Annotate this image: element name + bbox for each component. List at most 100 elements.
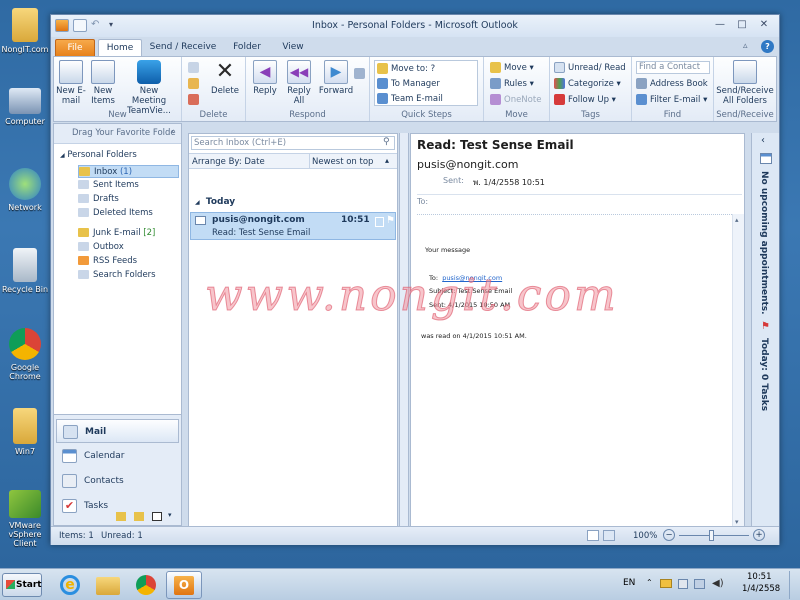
delete-button[interactable]: ✕ Delete [208,60,242,97]
show-desktop-button[interactable] [789,571,799,599]
search-icon[interactable]: ⚲ [383,137,390,147]
zoom-slider-track[interactable] [679,535,749,536]
desktop-icon-nongit[interactable]: NongIT.com [0,8,50,54]
zoom-in-icon[interactable]: + [753,529,765,541]
junk-button[interactable] [188,93,202,107]
normal-view-icon[interactable] [587,530,599,541]
desktop-icon-vmware[interactable]: VMware vSphere Client [0,490,50,548]
new-items-button[interactable]: New Items [88,60,118,106]
onenote-button[interactable]: OneNote [490,93,541,107]
body-subject: Subject: Test Sense Email [429,287,513,295]
follow-up-button[interactable]: Follow Up ▾ [554,93,616,107]
maximize-icon[interactable]: □ [731,17,753,33]
taskbar-ie[interactable]: e [52,571,88,599]
reading-from[interactable]: pusis@nongit.com [417,158,519,171]
volume-icon[interactable]: ◀) [712,578,724,589]
group-today[interactable]: ◢ Today [195,197,235,207]
mail-tray-icon[interactable] [660,579,672,588]
folder-list-icon[interactable] [134,512,144,521]
configure-buttons-icon[interactable]: ▾ [168,511,172,519]
desktop-icon-chrome[interactable]: Google Chrome [0,328,50,381]
scroll-up-icon[interactable]: ▴ [735,216,739,224]
folder-rss-feeds[interactable]: RSS Feeds [78,255,179,268]
sort-arrow-icon[interactable]: ▴ [385,156,389,165]
follow-up-label: Follow Up [568,95,609,105]
zoom-level[interactable]: 100% [633,531,657,541]
nav-contacts-button[interactable]: Contacts [56,469,179,493]
minimize-icon[interactable]: — [709,17,731,33]
tab-file[interactable]: File [55,39,95,57]
desktop-icon-win7[interactable]: Win7 [0,408,50,456]
collapse-nav-icon[interactable]: ‹ [171,127,175,137]
filter-email-button[interactable]: Filter E-mail ▾ [636,93,707,107]
desktop-icon-label: NongIT.com [1,45,49,54]
list-scrollbar[interactable] [399,133,409,527]
tab-folder[interactable]: Folder [223,39,271,57]
more-respond-button[interactable] [354,67,368,81]
group-respond-label: Respond [289,110,326,120]
contacts-icon [62,474,77,488]
desktop-icon-network[interactable]: Network [0,168,50,212]
expand-todo-icon[interactable]: ‹ [761,135,765,146]
ignore-button[interactable] [188,61,202,75]
folder-deleted-items[interactable]: Deleted Items [78,207,179,220]
forward-button[interactable]: ▶ Forward [318,60,354,96]
reading-scrollbar[interactable]: ▴ ▾ [732,214,744,532]
reply-button[interactable]: ◀ Reply [248,60,282,96]
scroll-down-icon[interactable]: ▾ [735,518,739,526]
new-meeting-button[interactable]: New Meeting TeamVie... [126,60,172,116]
quickstep-team-email[interactable]: Team E-mail [377,92,443,106]
body-to-link[interactable]: pusis@nongit.com [442,274,502,282]
tab-view[interactable]: View [273,39,313,57]
search-inbox-input[interactable]: Search Inbox (Ctrl+E) [191,136,395,150]
folder-inbox[interactable]: Inbox (1) [78,165,179,178]
unread-read-button[interactable]: Unread/ Read [554,61,626,75]
reading-view-icon[interactable] [603,530,615,541]
tab-send-receive[interactable]: Send / Receive [149,39,217,57]
clock-date[interactable]: 1/4/2558 [742,584,780,594]
nav-mail-button[interactable]: Mail [56,419,179,443]
folder-junk-email[interactable]: Junk E-mail [2] [78,227,179,240]
personal-folders-header[interactable]: ◢ Personal Folders [60,150,137,160]
sort-order-button[interactable]: Newest on top [312,157,373,167]
move-button[interactable]: Move ▾ [490,61,534,75]
flag-icon[interactable]: ⚑ [386,215,395,226]
action-center-icon[interactable] [678,579,688,589]
close-icon[interactable]: ✕ [753,17,775,33]
folder-search-folders[interactable]: Search Folders [78,269,179,282]
address-book-button[interactable]: Address Book [636,77,708,91]
language-indicator[interactable]: EN [623,578,635,588]
network-tray-icon[interactable] [694,579,705,589]
category-icon[interactable] [375,217,384,227]
show-hidden-icons[interactable]: ⌃ [646,578,653,587]
minimize-ribbon-icon[interactable]: ▵ [743,41,753,53]
find-contact-input[interactable]: Find a Contact [636,61,710,74]
taskbar-chrome[interactable] [128,571,164,599]
notes-icon[interactable] [116,512,126,521]
zoom-out-icon[interactable]: − [663,529,675,541]
folder-sent-items[interactable]: Sent Items [78,179,179,192]
folder-drafts[interactable]: Drafts [78,193,179,206]
reply-all-button[interactable]: ◀◀ Reply All [282,60,316,106]
quickstep-to-manager[interactable]: To Manager [377,77,440,91]
rules-button[interactable]: Rules ▾ [490,77,534,91]
shortcuts-icon[interactable] [152,512,162,521]
taskbar-explorer[interactable] [90,571,126,599]
desktop-icon-computer[interactable]: Computer [0,88,50,126]
zoom-slider-thumb[interactable] [709,530,714,541]
cleanup-button[interactable] [188,77,202,91]
send-receive-all-button[interactable]: Send/Receive All Folders [716,60,774,106]
quickstep-move-to[interactable]: Move to: ? [377,62,435,76]
start-button[interactable]: Start [2,573,42,597]
taskbar-outlook[interactable]: O [166,571,202,599]
help-icon[interactable]: ? [761,40,774,53]
folder-outbox[interactable]: Outbox [78,241,179,254]
onenote-icon [490,94,501,105]
categorize-button[interactable]: Categorize ▾ [554,77,621,91]
nav-calendar-button[interactable]: Calendar [56,444,179,468]
message-row[interactable]: pusis@nongit.com 10:51 Read: Test Sense … [190,212,396,240]
arrange-by-button[interactable]: Arrange By: Date [192,157,265,167]
desktop-icon-recycle-bin[interactable]: Recycle Bin [0,248,50,294]
new-email-button[interactable]: New E-mail [56,60,86,106]
clock-time[interactable]: 10:51 [747,572,772,582]
